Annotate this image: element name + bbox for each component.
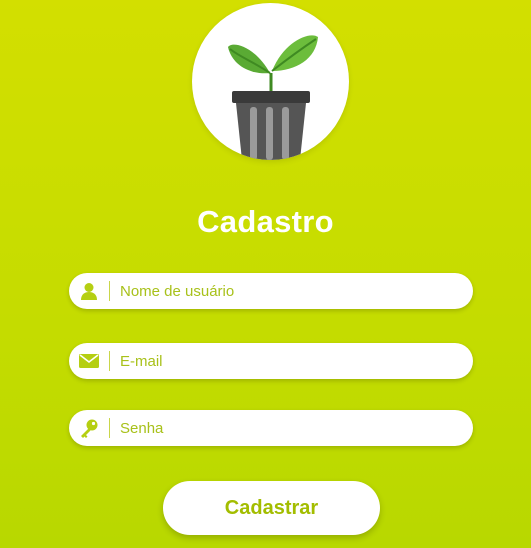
username-input[interactable]	[120, 276, 473, 306]
envelope-icon	[69, 343, 109, 379]
logo	[192, 3, 349, 160]
field-divider	[109, 351, 110, 371]
plant-pot-icon	[228, 35, 318, 160]
page-title: Cadastro	[197, 204, 334, 239]
user-icon	[69, 273, 109, 309]
register-button[interactable]: Cadastrar	[163, 481, 380, 535]
username-field[interactable]	[69, 273, 473, 309]
key-icon	[69, 410, 109, 446]
email-input[interactable]	[120, 346, 473, 376]
password-input[interactable]	[120, 413, 473, 443]
password-field[interactable]	[69, 410, 473, 446]
email-field[interactable]	[69, 343, 473, 379]
field-divider	[109, 281, 110, 301]
field-divider	[109, 418, 110, 438]
